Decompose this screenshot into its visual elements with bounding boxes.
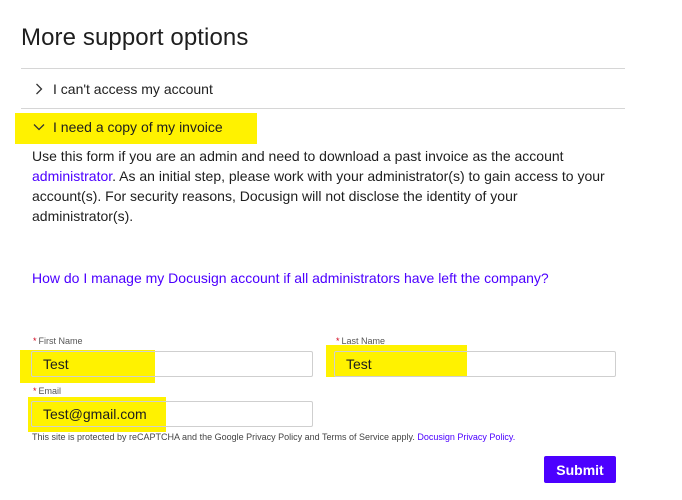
privacy-policy-link[interactable]: Docusign Privacy Policy. xyxy=(417,432,515,442)
accordion-item-invoice-copy[interactable]: I need a copy of my invoice xyxy=(31,119,223,135)
required-marker: * xyxy=(33,336,37,346)
no-admins-faq-link[interactable]: How do I manage my Docusign account if a… xyxy=(32,270,549,286)
submit-button[interactable]: Submit xyxy=(544,456,616,483)
support-options-page: More support options I can't access my a… xyxy=(0,0,682,500)
email-label: * Email xyxy=(33,386,62,396)
required-marker: * xyxy=(33,386,37,396)
first-name-label: * First Name xyxy=(33,336,83,346)
accordion-item-cant-access[interactable]: I can't access my account xyxy=(31,81,213,97)
recaptcha-notice: This site is protected by reCAPTCHA and … xyxy=(32,432,516,442)
page-title: More support options xyxy=(21,24,249,51)
first-name-field[interactable] xyxy=(31,351,313,377)
divider-top xyxy=(21,68,625,69)
chevron-down-icon xyxy=(31,119,47,135)
invoice-description: Use this form if you are an admin and ne… xyxy=(32,148,605,224)
chevron-right-icon xyxy=(31,81,47,97)
administrator-link[interactable]: administrator xyxy=(32,168,112,184)
accordion-item-label: I can't access my account xyxy=(53,81,213,97)
last-name-field[interactable] xyxy=(334,351,616,377)
divider-middle xyxy=(21,108,625,109)
accordion-item-label: I need a copy of my invoice xyxy=(53,119,223,135)
email-field[interactable] xyxy=(31,401,313,427)
